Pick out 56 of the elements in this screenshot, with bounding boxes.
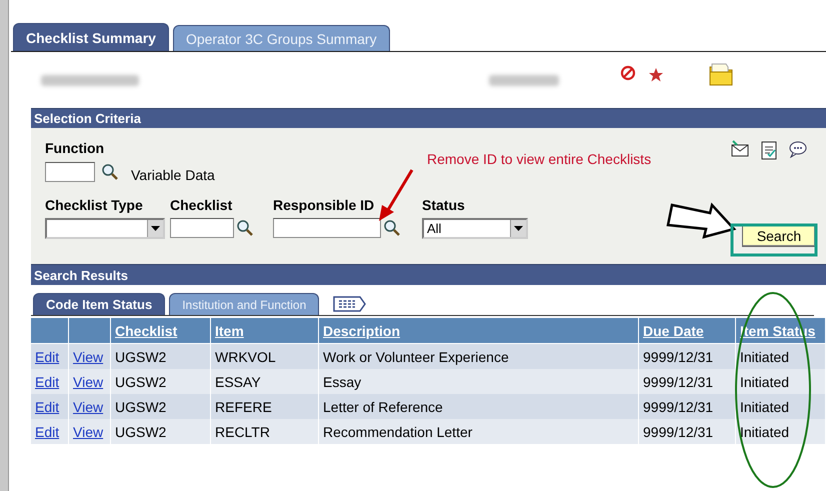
star-icon	[648, 67, 664, 83]
show-all-columns-icon[interactable]	[333, 295, 368, 313]
table-cell: 9999/12/31	[639, 369, 736, 394]
field-label: Function	[45, 140, 104, 156]
speech-bubble-icon[interactable]	[788, 140, 808, 158]
search-icon[interactable]	[236, 219, 254, 237]
table-cell: Initiated	[736, 394, 826, 419]
table-cell: 9999/12/31	[639, 394, 736, 419]
search-button[interactable]: Search	[742, 225, 816, 247]
section-header: Search Results	[31, 264, 826, 285]
column-header[interactable]: Checklist	[111, 318, 211, 344]
table-cell: 9999/12/31	[639, 344, 736, 369]
column-header[interactable]	[69, 318, 111, 344]
table-cell: Recommendation Letter	[319, 419, 639, 444]
variable-data-label: Variable Data	[131, 167, 215, 183]
table-cell: Work or Volunteer Experience	[319, 344, 639, 369]
prohibited-icon	[620, 65, 636, 81]
table-cell: Letter of Reference	[319, 394, 639, 419]
pointer-arrow	[666, 202, 736, 239]
field-label: Status	[422, 197, 465, 213]
field-label: Responsible ID	[273, 197, 374, 213]
table-cell: Essay	[319, 369, 639, 394]
section-header: Selection Criteria	[31, 108, 826, 128]
column-header[interactable]: Item	[211, 318, 319, 344]
annotation-text: Remove ID to view entire Checklists	[427, 151, 652, 167]
table-cell: WRKVOL	[211, 344, 319, 369]
input-field[interactable]	[170, 218, 234, 238]
tab[interactable]: Code Item Status	[33, 293, 166, 315]
folder-icon[interactable]	[708, 61, 734, 87]
dropdown-field[interactable]: All	[422, 218, 528, 239]
table-cell: UGSW2	[111, 419, 211, 444]
envelope-icon[interactable]	[730, 140, 750, 158]
column-header[interactable]: Due Date	[639, 318, 736, 344]
table-cell: Initiated	[736, 344, 826, 369]
blurred-id	[489, 74, 559, 86]
table-cell: UGSW2	[111, 369, 211, 394]
table-cell: UGSW2	[111, 344, 211, 369]
function-field[interactable]	[45, 162, 95, 182]
table-cell: 9999/12/31	[639, 419, 736, 444]
input-field[interactable]	[273, 218, 381, 238]
column-header[interactable]	[31, 318, 69, 344]
notepad-icon[interactable]	[760, 140, 778, 160]
field-label: Checklist	[170, 197, 232, 213]
annotation-arrow	[379, 169, 414, 221]
search-icon[interactable]	[101, 163, 119, 181]
tab[interactable]: Checklist Summary	[13, 23, 169, 51]
table-cell: REFERE	[211, 394, 319, 419]
search-icon[interactable]	[383, 219, 401, 237]
table-cell: Initiated	[736, 419, 826, 444]
table-cell: UGSW2	[111, 394, 211, 419]
table-cell: RECLTR	[211, 419, 319, 444]
column-header[interactable]: Description	[319, 318, 639, 344]
dropdown-field[interactable]	[45, 218, 165, 239]
field-label: Checklist Type	[45, 197, 143, 213]
table-cell: ESSAY	[211, 369, 319, 394]
table-cell: Initiated	[736, 369, 826, 394]
